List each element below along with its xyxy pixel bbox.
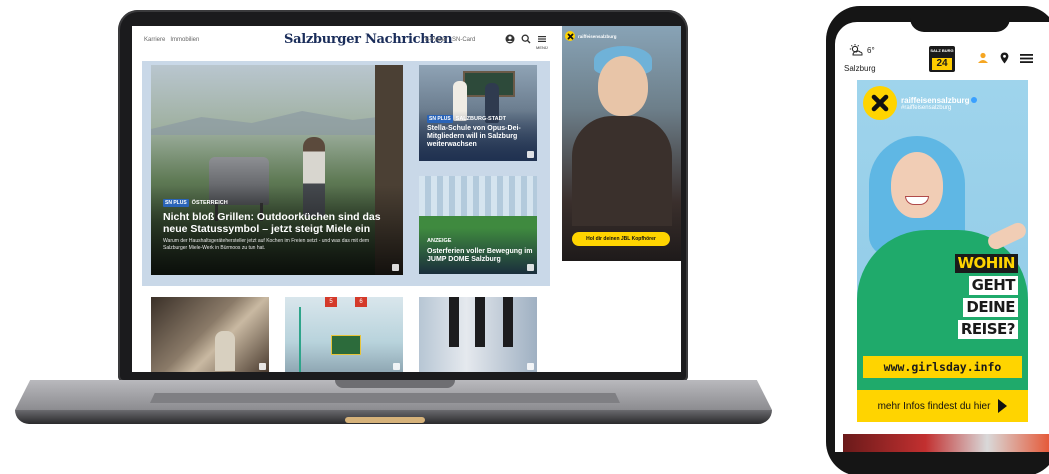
- phone-notch: [910, 12, 1010, 32]
- ad-headline-line: REISE?: [957, 320, 1018, 339]
- logo-number: 24: [932, 58, 952, 70]
- raiffeisen-girlsday-ad[interactable]: raiffeisensalzburg #raiffeisensalzburg W…: [857, 80, 1028, 422]
- weather-sun-cloud-icon: [849, 44, 863, 56]
- image-face: [598, 56, 648, 116]
- category-label: ÖSTERREICH: [191, 200, 228, 206]
- menu-icon[interactable]: [537, 34, 547, 44]
- right-links: E-Paper SN-Card: [425, 37, 475, 43]
- bottom-story-card[interactable]: 5 6: [285, 297, 403, 372]
- side-story-card[interactable]: SN PLUS SALZBURG-STADT Stella-Schule von…: [419, 65, 537, 161]
- raiffeisen-logo-icon: [565, 31, 575, 41]
- image-sign: 6: [355, 297, 367, 307]
- search-icon[interactable]: [521, 34, 531, 44]
- main-story-title[interactable]: Nicht bloß Grillen: Outdoorküchen sind d…: [163, 211, 383, 235]
- gallery-icon: [527, 151, 534, 158]
- ad-more-info-button[interactable]: mehr Infos findest du hier: [857, 390, 1028, 422]
- side-story-badges: SN PLUS SALZBURG-STADT: [427, 115, 506, 123]
- gallery-icon: [527, 363, 534, 370]
- user-icon[interactable]: [505, 34, 515, 44]
- plus-badge: SN PLUS: [427, 115, 453, 123]
- side-story-title[interactable]: Osterferien voller Bewegung im JUMP DOME…: [427, 248, 537, 264]
- gallery-icon: [527, 264, 534, 271]
- image-runner-leg: [449, 297, 459, 347]
- laptop-base: [15, 380, 772, 440]
- bottom-story-card[interactable]: [419, 297, 537, 372]
- laptop-keyboard: [150, 393, 620, 403]
- ad-url[interactable]: www.girlsday.info: [863, 356, 1022, 378]
- main-story-card[interactable]: SN PLUS ÖSTERREICH Nicht bloß Grillen: O…: [151, 65, 403, 275]
- ad-brand: raiffeisensalzburg: [565, 31, 617, 41]
- ad-hashtag: #raiffeisensalzburg: [901, 104, 952, 111]
- ad-headline-line: WOHIN: [954, 254, 1018, 273]
- ad-more-info-label: mehr Infos findest du hier: [877, 400, 991, 412]
- gallery-icon: [393, 363, 400, 370]
- main-story-teaser: Warum der Haushaltsgerätehersteller jetz…: [163, 238, 370, 251]
- ad-brand-text: raiffeisensalzburg #raiffeisensalzburg: [901, 95, 978, 111]
- phone-header-icons: [977, 52, 1033, 64]
- link-epaper[interactable]: E-Paper: [425, 37, 447, 43]
- laptop-screen: Karriere Immobilien Salzburger Nachricht…: [132, 26, 681, 372]
- link-sn-card[interactable]: SN-Card: [452, 37, 475, 43]
- image-runner-leg: [503, 297, 513, 347]
- link-karriere[interactable]: Karriere: [144, 37, 165, 43]
- gallery-icon: [259, 363, 266, 370]
- raiffeisen-ad[interactable]: raiffeisensalzburg Hol dir deinen JBL Ko…: [562, 26, 681, 261]
- phone-screen: 6° Salzburg SALZ BURG 24 raiffeisensalzb…: [835, 22, 1049, 452]
- ad-brand-name: raiffeisensalzburg: [901, 95, 970, 105]
- image-sign: 5: [325, 297, 337, 307]
- image-face: [891, 152, 943, 218]
- next-story-teaser-image[interactable]: [843, 434, 1049, 452]
- salzburg24-logo[interactable]: SALZ BURG 24: [929, 46, 955, 72]
- side-story-title[interactable]: Stella-Schule von Opus-Dei-Mitgliedern w…: [427, 125, 537, 149]
- weather-widget[interactable]: 6°: [849, 44, 875, 56]
- image-dome-roof: [419, 176, 537, 216]
- ad-headline-line: DEINE: [963, 298, 1018, 317]
- ad-headline: WOHIN GEHT DEINE REISE?: [954, 254, 1018, 339]
- user-icon[interactable]: [977, 52, 989, 64]
- ad-cta-button[interactable]: Hol dir deinen JBL Kopfhörer: [572, 232, 670, 246]
- menu-icon[interactable]: [1020, 53, 1033, 64]
- header-icons: [505, 34, 547, 44]
- plus-badge: SN PLUS: [163, 199, 189, 207]
- gallery-icon: [392, 264, 399, 271]
- weather-temperature: 6°: [867, 45, 875, 55]
- laptop-hinge-light: [345, 417, 425, 423]
- link-immobilien[interactable]: Immobilien: [170, 37, 199, 43]
- category-label: SALZBURG-STADT: [455, 116, 506, 122]
- laptop-notch: [335, 380, 455, 388]
- logo-text: SALZ BURG: [930, 48, 954, 53]
- verified-badge-icon: [971, 97, 978, 104]
- raiffeisen-logo-icon: [863, 86, 897, 120]
- top-links: Karriere Immobilien: [144, 37, 199, 43]
- image-green-sign: [331, 335, 361, 355]
- image-runner-leg: [475, 297, 485, 347]
- ad-brand-name: raiffeisensalzburg: [578, 33, 617, 39]
- ad-headline-line: GEHT: [968, 276, 1018, 295]
- weather-city: Salzburg: [844, 64, 876, 73]
- image-jacket: [572, 116, 672, 226]
- chevron-right-icon: [998, 399, 1008, 413]
- ad-brand: raiffeisensalzburg #raiffeisensalzburg: [863, 86, 978, 120]
- main-story-badges: SN PLUS ÖSTERREICH: [163, 199, 228, 207]
- image-rail: [299, 307, 301, 372]
- location-pin-icon[interactable]: [1000, 52, 1009, 64]
- image-person: [215, 331, 235, 371]
- bottom-story-card[interactable]: [151, 297, 269, 372]
- image-arm: [985, 220, 1028, 252]
- side-story-badges: ANZEIGE: [427, 238, 451, 244]
- menu-label: MENÜ: [536, 45, 548, 50]
- device-mockup-stage: Karriere Immobilien Salzburger Nachricht…: [0, 0, 1049, 474]
- category-label: ANZEIGE: [427, 238, 452, 244]
- side-story-card[interactable]: ANZEIGE Osterferien voller Bewegung im J…: [419, 176, 537, 274]
